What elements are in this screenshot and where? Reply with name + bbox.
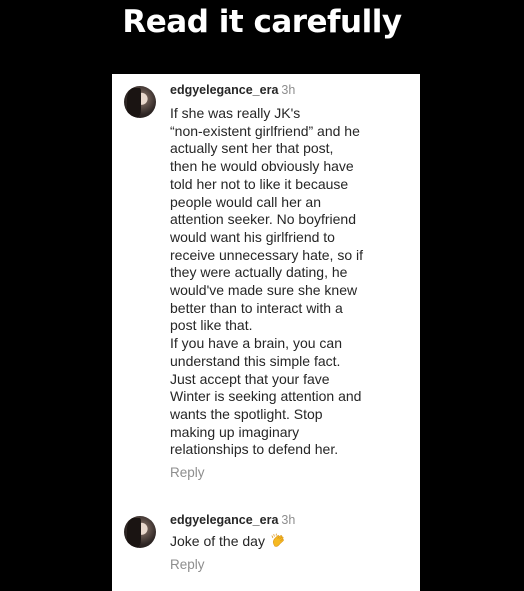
comment-text-line: receive unnecessary hate, so if — [170, 246, 363, 263]
timestamp: 3h — [281, 83, 296, 97]
comment-text-line: better than to interact with a — [170, 299, 343, 316]
comment-meta: edgyelegance_era 3h — [170, 510, 410, 530]
reply-button[interactable]: Reply — [170, 556, 410, 574]
reply-button[interactable]: Reply — [170, 464, 410, 482]
comment-text: If she was really JK's “non-existent gir… — [170, 105, 410, 459]
comment-text-line: If you have a brain, you can — [170, 335, 342, 352]
comment-text-line: If she was really JK's — [170, 105, 301, 121]
comment-text-line: they were actually dating, he — [170, 264, 348, 281]
comments-card: edgyelegance_era 3h If she was really JK'… — [112, 74, 420, 591]
comment-text-line: attention seeker. No boyfriend — [170, 211, 357, 228]
avatar[interactable] — [124, 516, 156, 548]
comment-text-line: making up imaginary — [170, 423, 300, 440]
comment-text-line: wants the spotlight. Stop — [170, 405, 323, 422]
comment-text-line: Just accept that your fave — [170, 370, 330, 387]
avatar[interactable] — [124, 86, 156, 118]
comment-body: edgyelegance_era 3h Joke of the day Reply — [170, 510, 410, 574]
comment-text-line: Joke of the day — [170, 533, 265, 549]
comment-text-line: then he would obviously have — [170, 158, 354, 175]
comment-text-line: Winter is seeking attention and — [170, 388, 362, 405]
comment-text-line: would want his girlfriend to — [170, 228, 335, 245]
comment-text-line: post like that. — [170, 317, 253, 334]
timestamp: 3h — [281, 513, 296, 527]
comment-text: Joke of the day — [170, 533, 410, 551]
comment-text-line: relationships to defend her. — [170, 441, 339, 458]
clapping-hands-icon — [271, 533, 284, 547]
comment-text-line: actually sent her that post, — [170, 140, 334, 157]
comment-text-line: “non-existent girlfriend” and he — [170, 122, 360, 139]
comment-body: edgyelegance_era 3h If she was really JK'… — [170, 80, 410, 482]
username[interactable]: edgyelegance_era — [170, 513, 278, 527]
comment-meta: edgyelegance_era 3h — [170, 80, 410, 100]
comment-text-line: told her not to like it because — [170, 175, 349, 192]
comment-text-line: understand this simple fact. — [170, 352, 341, 369]
headline: Read it carefully — [122, 4, 402, 40]
comment-text-line: would've made sure she knew — [170, 282, 358, 299]
comment-text-line: people would call her an — [170, 193, 321, 210]
username[interactable]: edgyelegance_era — [170, 83, 278, 97]
